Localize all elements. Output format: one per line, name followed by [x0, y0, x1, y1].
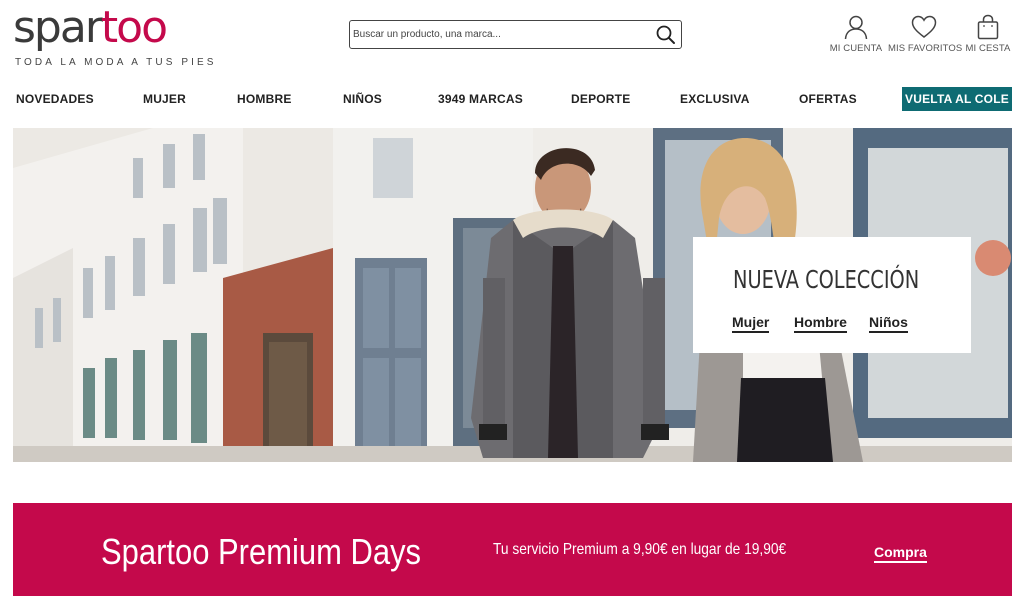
premium-description: Tu servicio Premium a 9,90€ en lugar de …	[493, 541, 787, 558]
nav-novedades[interactable]: NOVEDADES	[16, 92, 94, 106]
hero-link-hombre[interactable]: Hombre	[794, 314, 847, 333]
logo-wordmark: spartoo	[13, 2, 168, 54]
my-account-button[interactable]: MI CUENTA	[829, 14, 883, 56]
heart-icon	[911, 15, 937, 38]
premium-days-banner[interactable]: Spartoo Premium Days Tu servicio Premium…	[13, 503, 1012, 596]
nav-deporte[interactable]: DEPORTE	[571, 92, 630, 106]
new-collection-box: NUEVA COLECCIÓN Mujer Hombre Niños	[693, 237, 971, 353]
nav-exclusiva[interactable]: EXCLUSIVA	[680, 92, 750, 106]
logo-text-too: too	[100, 2, 168, 53]
my-favorites-label: MIS FAVORITOS	[888, 43, 963, 54]
new-collection-title: NUEVA COLECCIÓN	[733, 265, 920, 294]
spartoo-logo[interactable]: spartoo TODA LA MODA A TUS PIES	[13, 2, 213, 70]
search-input[interactable]	[353, 24, 643, 45]
nav-vuelta-al-cole[interactable]: VUELTA AL COLE	[902, 87, 1012, 111]
bag-icon	[977, 14, 999, 40]
premium-title: Spartoo Premium Days	[101, 531, 422, 572]
hero-banner[interactable]: NUEVA COLECCIÓN Mujer Hombre Niños	[13, 128, 1012, 462]
search-bar	[349, 20, 682, 49]
my-cart-button[interactable]: MI CESTA	[964, 14, 1012, 56]
search-icon[interactable]	[655, 24, 677, 46]
nav-ofertas[interactable]: OFERTAS	[799, 92, 857, 106]
my-favorites-button[interactable]: MIS FAVORITOS	[888, 14, 963, 56]
my-account-label: MI CUENTA	[829, 43, 883, 54]
nav-marcas[interactable]: 3949 MARCAS	[438, 92, 523, 106]
nav-mujer[interactable]: MUJER	[143, 92, 186, 106]
nav-ninos[interactable]: NIÑOS	[343, 92, 382, 106]
logo-tagline: TODA LA MODA A TUS PIES	[15, 57, 217, 68]
premium-buy-button[interactable]: Compra	[874, 544, 927, 563]
logo-text-spar: spar	[13, 2, 103, 53]
my-cart-label: MI CESTA	[965, 43, 1011, 54]
hero-link-mujer[interactable]: Mujer	[732, 314, 770, 333]
user-icon	[844, 15, 868, 40]
hero-link-ninos[interactable]: Niños	[869, 314, 908, 333]
nav-hombre[interactable]: HOMBRE	[237, 92, 292, 106]
